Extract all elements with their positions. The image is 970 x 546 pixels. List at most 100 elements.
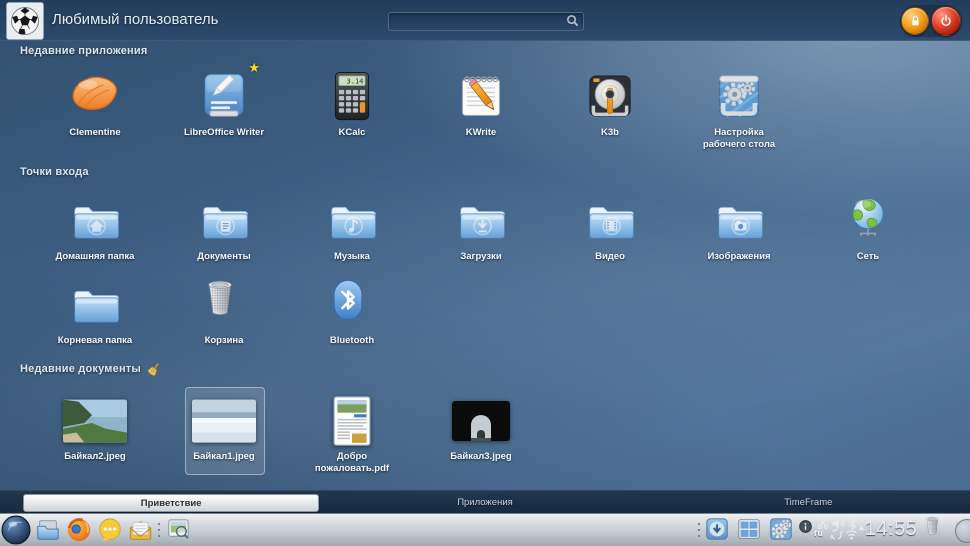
section-title-recent-docs: Недавние документы xyxy=(20,362,162,376)
doc-label: Байкал2.jpeg xyxy=(48,451,142,463)
place-item-root[interactable]: Корневая папка xyxy=(35,278,155,347)
notifications-icon xyxy=(799,520,812,533)
doc-label: Байкал1.jpeg xyxy=(177,451,271,463)
place-item-network[interactable]: Сеть xyxy=(808,194,928,263)
panel-separator[interactable] xyxy=(697,521,701,537)
place-label: Загрузки xyxy=(434,251,528,263)
desktop-pager-button[interactable] xyxy=(736,516,762,542)
power-icon xyxy=(938,13,954,29)
k3b-icon xyxy=(550,64,670,124)
app-label: K3b xyxy=(563,127,657,139)
app-item-k3b[interactable]: K3b xyxy=(550,64,670,139)
place-item-music[interactable]: Музыка xyxy=(292,194,412,263)
downloads-widget-icon xyxy=(704,516,730,542)
kcalc-icon: 3.14 xyxy=(292,64,412,124)
app-item-clementine[interactable]: Clementine xyxy=(35,64,155,139)
app-item-desktop-settings[interactable]: Настройка рабочего стола xyxy=(679,64,799,151)
rosa-menu-icon xyxy=(1,515,31,545)
lock-button[interactable] xyxy=(901,7,929,35)
tray-wifi-button[interactable] xyxy=(845,528,858,541)
user-name: Любимый пользователь xyxy=(52,11,218,28)
topbar: Любимый пользователь xyxy=(0,0,970,41)
image-viewer-button[interactable] xyxy=(165,516,192,543)
folder-root-icon xyxy=(35,278,155,332)
search-box xyxy=(388,11,584,30)
doc-item-baikal1[interactable]: Байкал1.jpeg xyxy=(164,394,284,463)
tab-label: TimeFrame xyxy=(784,497,832,508)
rosa-menu-button[interactable] xyxy=(1,515,31,545)
place-label: Музыка xyxy=(305,251,399,263)
place-label: Сеть xyxy=(821,251,915,263)
app-label: Настройка рабочего стола xyxy=(692,127,786,151)
doc-item-baikal3[interactable]: Байкал3.jpeg xyxy=(421,394,541,463)
keyboard-layout-indicator[interactable]: ru xyxy=(814,528,823,538)
tray-network-button[interactable] xyxy=(830,528,843,541)
system-settings-icon xyxy=(768,516,794,542)
messenger-button[interactable] xyxy=(97,517,123,543)
section-title-text: Недавние документы xyxy=(20,363,141,375)
network-globe-icon xyxy=(808,194,928,248)
tab-applications[interactable]: Приложения xyxy=(323,491,646,514)
place-label: Корзина xyxy=(177,335,271,347)
doc-thumbnail-baikal2 xyxy=(35,394,155,448)
launcher-tabbar: Приветствие Приложения TimeFrame xyxy=(0,490,970,514)
place-item-home[interactable]: Домашняя папка xyxy=(35,194,155,263)
place-item-images[interactable]: Изображения xyxy=(679,194,799,263)
tab-timeframe[interactable]: TimeFrame xyxy=(647,491,970,514)
place-item-video[interactable]: Видео xyxy=(550,194,670,263)
search-icon xyxy=(566,14,579,27)
user-avatar[interactable] xyxy=(6,2,44,40)
libreoffice-writer-icon xyxy=(164,64,284,124)
folder-images-icon xyxy=(679,194,799,248)
app-label: KCalc xyxy=(305,127,399,139)
folder-home-icon xyxy=(35,194,155,248)
app-item-libreoffice-writer[interactable]: ★ LibreOffice Writer xyxy=(164,64,284,139)
mail-icon xyxy=(127,517,154,543)
place-label: Домашняя папка xyxy=(48,251,142,263)
soccer-ball-icon xyxy=(9,5,41,37)
app-item-kwrite[interactable]: KWrite xyxy=(421,64,541,139)
power-button[interactable] xyxy=(931,6,961,36)
tab-welcome[interactable]: Приветствие xyxy=(0,491,323,514)
tab-welcome-button[interactable]: Приветствие xyxy=(23,494,319,512)
firefox-button[interactable] xyxy=(66,517,92,543)
kcalc-display-text: 3.14 xyxy=(347,77,364,85)
place-item-bluetooth[interactable]: Bluetooth xyxy=(292,278,412,347)
tab-label: Приложения xyxy=(457,497,513,508)
lock-icon xyxy=(908,14,923,29)
app-label: LibreOffice Writer xyxy=(177,127,271,139)
doc-thumbnail-baikal1 xyxy=(164,394,284,448)
doc-label: Добро пожаловать.pdf xyxy=(305,451,399,475)
doc-item-welcome-pdf[interactable]: Добро пожаловать.pdf xyxy=(292,394,412,475)
clock[interactable]: 14:55 xyxy=(860,513,922,546)
mail-button[interactable] xyxy=(127,517,154,543)
system-settings-button[interactable] xyxy=(768,516,794,542)
file-manager-button[interactable] xyxy=(35,517,61,543)
search-input[interactable] xyxy=(388,12,584,31)
panel-separator[interactable] xyxy=(157,521,161,537)
trash-small-icon xyxy=(924,515,949,543)
folder-documents-icon xyxy=(164,194,284,248)
section-title-places: Точки входа xyxy=(20,166,89,178)
clear-history-broom-icon[interactable] xyxy=(147,362,162,376)
tray-notifications-button[interactable] xyxy=(799,520,812,533)
place-label: Видео xyxy=(563,251,657,263)
place-item-documents[interactable]: Документы xyxy=(164,194,284,263)
folder-downloads-icon xyxy=(421,194,541,248)
place-label: Корневая папка xyxy=(48,335,142,347)
messenger-icon xyxy=(97,517,123,543)
desktop-pager-icon xyxy=(736,516,762,542)
doc-thumbnail-welcome-pdf xyxy=(292,394,412,448)
doc-label: Байкал3.jpeg xyxy=(434,451,528,463)
taskbar-trash-button[interactable] xyxy=(924,515,949,543)
file-manager-icon xyxy=(35,517,61,543)
place-item-trash[interactable]: Корзина xyxy=(164,278,284,347)
app-item-kcalc[interactable]: 3.14 KCalc xyxy=(292,64,412,139)
clementine-icon xyxy=(35,64,155,124)
place-label: Bluetooth xyxy=(305,335,399,347)
place-item-downloads[interactable]: Загрузки xyxy=(421,194,541,263)
firefox-icon xyxy=(66,517,92,543)
doc-item-baikal2[interactable]: Байкал2.jpeg xyxy=(35,394,155,463)
network-icon xyxy=(830,528,843,541)
downloads-widget-button[interactable] xyxy=(704,516,730,542)
